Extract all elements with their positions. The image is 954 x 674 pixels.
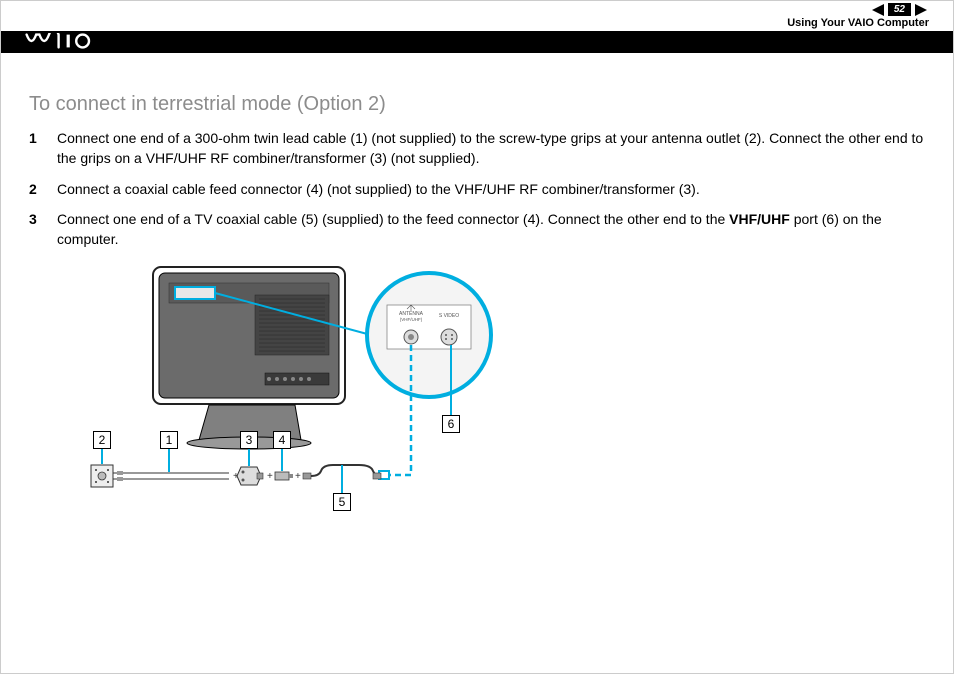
next-page-arrow-icon[interactable] [915, 4, 929, 16]
computer-back-icon [153, 267, 345, 449]
zoom-circle-icon: ANTENNA (VHF/UHF) S VIDEO [367, 273, 491, 397]
step-text: Connect a coaxial cable feed connector (… [57, 181, 700, 197]
callout-6: 6 [442, 415, 460, 433]
zoom-antenna-sub: (VHF/UHF) [400, 317, 423, 322]
manual-page: 52 Using Your VAIO Computer To connect i… [0, 0, 954, 674]
svg-text:+: + [295, 471, 301, 482]
callout-4: 4 [273, 431, 291, 449]
step-item: Connect a coaxial cable feed connector (… [29, 179, 925, 199]
step-text: Connect one end of a 300-ohm twin lead c… [57, 130, 923, 166]
steps-list: Connect one end of a 300-ohm twin lead c… [29, 128, 925, 249]
prev-page-arrow-icon[interactable] [870, 4, 884, 16]
callout-3: 3 [240, 431, 258, 449]
step-item: Connect one end of a TV coaxial cable (5… [29, 209, 925, 250]
callout-5: 5 [333, 493, 351, 511]
page-nav: 52 [870, 3, 929, 16]
port-name-bold: VHF/UHF [729, 211, 790, 227]
procedure-heading: To connect in terrestrial mode (Option 2… [29, 93, 925, 116]
step-item: Connect one end of a 300-ohm twin lead c… [29, 128, 925, 169]
page-body: To connect in terrestrial mode (Option 2… [1, 53, 953, 515]
cable-chain-icon: + + + [91, 465, 381, 487]
page-header: 52 Using Your VAIO Computer [1, 1, 953, 53]
diagram-svg: ANTENNA (VHF/UHF) S VIDEO [89, 265, 519, 515]
svg-text:+: + [267, 471, 273, 482]
header-bar [1, 31, 953, 53]
zoom-svideo-label: S VIDEO [439, 313, 459, 319]
step-text-part: Connect one end of a TV coaxial cable (5… [57, 211, 729, 227]
callout-2: 2 [93, 431, 111, 449]
section-title: Using Your VAIO Computer [787, 17, 929, 29]
callout-1: 1 [160, 431, 178, 449]
vaio-logo [25, 33, 105, 54]
page-number: 52 [888, 3, 911, 16]
connection-diagram: ANTENNA (VHF/UHF) S VIDEO [89, 265, 519, 515]
